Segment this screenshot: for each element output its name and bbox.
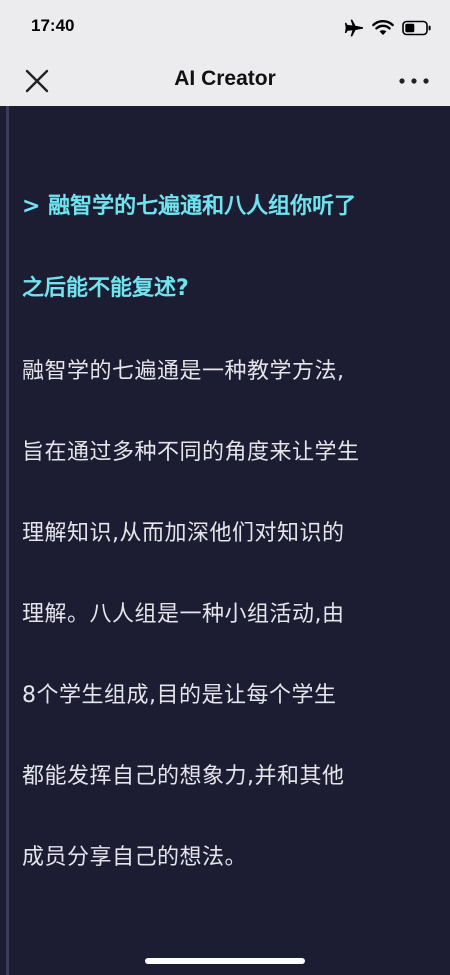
answer-line: 旨在通过多种不同的角度来让学生 [22,440,360,465]
status-bar: 17:40 [0,0,450,56]
nav-bar: AI Creator [0,56,450,106]
page-title: AI Creator [174,67,276,90]
answer-text: 融智学的七遍通是一种教学方法, 旨在通过多种不同的角度来让学生 理解知识,从而加… [22,350,434,879]
question-line: 之后能不能复述? [22,276,189,301]
answer-line: 成员分享自己的想法。 [22,845,248,870]
chat-content[interactable]: > 融智学的七遍通和八人组你听了 之后能不能复述? 融智学的七遍通是一种教学方法… [0,106,450,975]
airplane-icon [344,19,363,37]
battery-icon [402,20,431,36]
question-line: > 融智学的七遍通和八人组你听了 [22,194,357,219]
wifi-icon [372,20,394,35]
answer-line: 理解。八人组是一种小组活动,由 [22,602,345,627]
status-icons [344,18,432,38]
answer-line: 理解知识,从而加深他们对知识的 [22,521,345,546]
quote-rule [6,106,9,975]
home-indicator[interactable] [145,958,305,964]
more-icon[interactable] [396,66,432,96]
question-text: > 融智学的七遍通和八人组你听了 之后能不能复述? [22,186,434,310]
answer-line: 融智学的七遍通是一种教学方法, [22,359,345,384]
answer-line: 都能发挥自己的想象力,并和其他 [22,764,345,789]
status-time: 17:40 [31,16,75,35]
message-block: > 融智学的七遍通和八人组你听了 之后能不能复述? 融智学的七遍通是一种教学方法… [22,186,434,917]
answer-line: 8个学生组成,目的是让每个学生 [22,683,337,708]
